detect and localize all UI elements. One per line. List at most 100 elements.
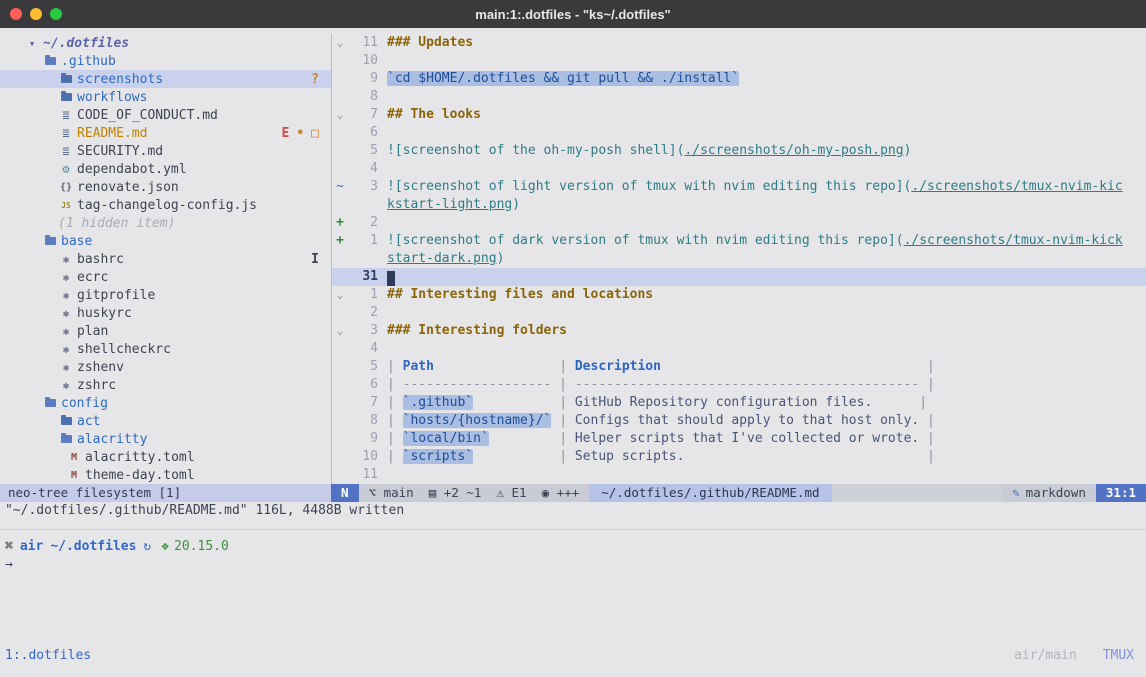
line-number: 1 (348, 286, 387, 304)
line-text: ### Interesting folders (387, 322, 567, 340)
editor-line[interactable]: ⌄7## The looks (332, 106, 1146, 124)
tree-item-config[interactable]: config (0, 394, 331, 412)
fold-column (332, 430, 348, 448)
editor-line[interactable]: 6 (332, 124, 1146, 142)
fold-marker[interactable]: ⌄ (332, 322, 348, 340)
editor-line[interactable]: 4 (332, 340, 1146, 358)
tree-item-screenshots[interactable]: screenshots? (0, 70, 331, 88)
editor-line[interactable]: 9| `local/bin` | Helper scripts that I'v… (332, 430, 1146, 448)
fold-marker[interactable]: ~ (332, 178, 348, 196)
editor-line[interactable]: 7| `.github` | GitHub Repository configu… (332, 394, 1146, 412)
line-number: 5 (348, 142, 387, 160)
git-status-badges: I (311, 252, 331, 267)
editor-line[interactable]: ~3![screenshot of light version of tmux … (332, 178, 1146, 196)
tree-item-tag-changelog-config.js[interactable]: JStag-changelog-config.js (0, 196, 331, 214)
tree-item-zshenv[interactable]: ✱zshenv (0, 358, 331, 376)
prompt-path: ~/.dotfiles (50, 539, 136, 554)
line-number: 7 (348, 106, 387, 124)
tree-item-base[interactable]: base (0, 232, 331, 250)
editor-panel[interactable]: ⌄11### Updates109`cd $HOME/.dotfiles && … (331, 34, 1146, 484)
file-path-segment: ~/.dotfiles/.github/README.md (589, 484, 831, 502)
line-text: kstart-light.png) (387, 196, 520, 214)
editor-line[interactable]: start-dark.png) (332, 250, 1146, 268)
zoom-button[interactable] (50, 8, 62, 20)
tree-item-renovate.json[interactable]: {}renovate.json (0, 178, 331, 196)
editor-line[interactable]: 8| `hosts/{hostname}/` | Configs that sh… (332, 412, 1146, 430)
fold-marker[interactable]: ⌄ (332, 106, 348, 124)
tree-item-huskyrc[interactable]: ✱huskyrc (0, 304, 331, 322)
line-text: | `hosts/{hostname}/` | Configs that sho… (387, 412, 935, 430)
tree-item-readme.md[interactable]: ≣README.mdE•□ (0, 124, 331, 142)
tree-item-alacritty.toml[interactable]: Malacritty.toml (0, 448, 331, 466)
neo-tree-panel[interactable]: ▾~/.dotfiles.githubscreenshots?workflows… (0, 34, 331, 484)
statusline: neo-tree filesystem [1] N ⌥ main ▤ +2 ~1… (0, 484, 1146, 502)
editor-line[interactable]: 10| `scripts` | Setup scripts. | (332, 448, 1146, 466)
line-number: 5 (348, 358, 387, 376)
toml-file-icon: M (66, 452, 82, 463)
fold-marker[interactable]: ⌄ (332, 286, 348, 304)
minimize-button[interactable] (30, 8, 42, 20)
fold-marker[interactable]: + (332, 232, 348, 250)
editor-line[interactable]: kstart-light.png) (332, 196, 1146, 214)
shell-prompt: ⌘air~/.dotfiles↻❖20.15.0 (5, 538, 1146, 556)
prompt-arrow: → (5, 556, 1146, 574)
editor-line[interactable]: 10 (332, 52, 1146, 70)
tree-item-code-of-conduct.md[interactable]: ≣CODE_OF_CONDUCT.md (0, 106, 331, 124)
tree-item-label: README.md (77, 126, 147, 141)
tree-item-zshrc[interactable]: ✱zshrc (0, 376, 331, 394)
line-number: 11 (348, 466, 387, 484)
tree-item-security.md[interactable]: ≣SECURITY.md (0, 142, 331, 160)
editor-line[interactable]: 11 (332, 466, 1146, 484)
editor-line[interactable]: 5| Path | Description | (332, 358, 1146, 376)
tree-item-.github[interactable]: .github (0, 52, 331, 70)
close-button[interactable] (10, 8, 22, 20)
tree-item--1-hidden-item-[interactable]: (1 hidden item) (0, 214, 331, 232)
tree-item-ecrc[interactable]: ✱ecrc (0, 268, 331, 286)
tree-item-shellcheckrc[interactable]: ✱shellcheckrc (0, 340, 331, 358)
tree-item-workflows[interactable]: workflows (0, 88, 331, 106)
editor-cursor-line[interactable]: 31 (332, 268, 1146, 286)
tree-item-bashrc[interactable]: ✱bashrcI (0, 250, 331, 268)
tree-item-gitprofile[interactable]: ✱gitprofile (0, 286, 331, 304)
tree-item-act[interactable]: act (0, 412, 331, 430)
folder-open-icon (58, 435, 74, 443)
cursor (387, 271, 395, 286)
tmux-session-name: air/main (1014, 647, 1077, 665)
tree-item-plan[interactable]: ✱plan (0, 322, 331, 340)
node-version-segment: ❖20.15.0 (161, 539, 229, 554)
fold-marker[interactable]: + (332, 214, 348, 232)
folder-icon (58, 417, 74, 425)
tree-item-theme-day.toml[interactable]: Mtheme-day.toml (0, 466, 331, 484)
shell-pane[interactable]: ⌘air~/.dotfiles↻❖20.15.0 → (0, 530, 1146, 574)
editor-line[interactable]: 2 (332, 304, 1146, 322)
editor-line[interactable]: ⌄1## Interesting files and locations (332, 286, 1146, 304)
line-number: 31 (348, 268, 387, 286)
editor-line[interactable]: ⌄11### Updates (332, 34, 1146, 52)
git-status-segment: ⌥ main ▤ +2 ~1 ⚠ E1 ◉ +++ (359, 484, 590, 502)
tree-item--.dotfiles[interactable]: ▾~/.dotfiles (0, 34, 331, 52)
shell-file-icon: ✱ (58, 361, 74, 374)
neotree-statusline: neo-tree filesystem [1] (0, 484, 331, 502)
fold-marker[interactable]: ⌄ (332, 34, 348, 52)
line-text: | ------------------- | ----------------… (387, 376, 935, 394)
editor-line[interactable]: +2 (332, 214, 1146, 232)
shell-file-icon: ✱ (58, 343, 74, 356)
editor-line[interactable]: 6| ------------------- | ---------------… (332, 376, 1146, 394)
fold-column (332, 124, 348, 142)
tmux-window-1[interactable]: 1:.dotfiles (5, 647, 91, 665)
editor-line[interactable]: 8 (332, 88, 1146, 106)
shell-file-icon: ✱ (58, 271, 74, 284)
editor-line[interactable]: ⌄3### Interesting folders (332, 322, 1146, 340)
tree-item-dependabot.yml[interactable]: ⚙dependabot.yml (0, 160, 331, 178)
editor-line[interactable]: 4 (332, 160, 1146, 178)
editor-line[interactable]: 9`cd $HOME/.dotfiles && git pull && ./in… (332, 70, 1146, 88)
editor-line[interactable]: +1![screenshot of dark version of tmux w… (332, 232, 1146, 250)
window-title: main:1:.dotfiles - "ks~/.dotfiles" (0, 7, 1146, 22)
tmux-status-bar: 1:.dotfiles air/main TMUX (0, 647, 1146, 665)
line-text: ## Interesting files and locations (387, 286, 653, 304)
tree-item-label: tag-changelog-config.js (77, 198, 257, 213)
tree-item-label: zshrc (77, 378, 116, 393)
tree-item-alacritty[interactable]: alacritty (0, 430, 331, 448)
editor-line[interactable]: 5![screenshot of the oh-my-posh shell](.… (332, 142, 1146, 160)
traffic-lights (0, 8, 62, 20)
